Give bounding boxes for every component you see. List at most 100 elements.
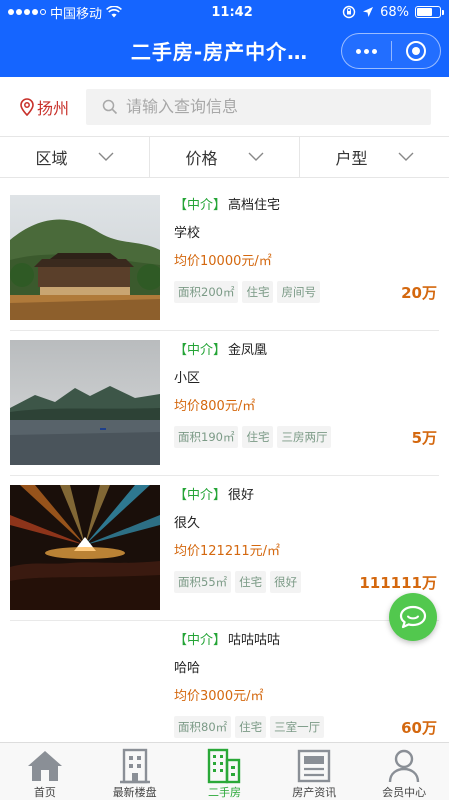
listing-title: 很好	[228, 488, 255, 503]
newspaper-icon	[298, 749, 331, 782]
tab-second-hand-label: 二手房	[207, 786, 241, 799]
type-chip: 住宅	[242, 281, 274, 303]
type-chip: 住宅	[235, 716, 267, 738]
listing-subtitle: 小区	[174, 371, 201, 386]
agent-tag: 【中介】	[174, 633, 227, 648]
average-price: 均价121211元/㎡	[174, 544, 281, 559]
tab-member-label: 会员中心	[382, 786, 427, 799]
more-button[interactable]	[342, 34, 391, 68]
type-chip: 住宅	[242, 426, 274, 448]
tab-new-buildings-label: 最新楼盘	[112, 786, 157, 799]
chevron-down-icon	[398, 152, 413, 161]
listing-info: 【中介】 金凤凰 小区 均价800元/㎡ 面积190㎡ 住宅 三房两厅 5万	[174, 331, 439, 476]
listing-photo-concert	[10, 485, 160, 610]
layout-chip: 很好	[270, 571, 302, 593]
agent-tag: 【中介】	[174, 198, 227, 213]
average-price: 均价800元/㎡	[174, 399, 256, 414]
filter-bar: 区域 价格 户型	[0, 137, 449, 178]
total-price: 60万	[401, 719, 437, 737]
agent-tag: 【中介】	[174, 488, 227, 503]
listing-subtitle: 哈哈	[174, 661, 201, 676]
layout-chip: 房间号	[277, 281, 320, 303]
listing-heading: 【中介】 高档住宅	[174, 194, 280, 213]
orientation-lock-icon	[342, 5, 356, 19]
tab-news-label: 房产资讯	[292, 786, 337, 799]
page-title: 二手房-房产中介…	[130, 40, 309, 64]
listing-photo-lake	[10, 340, 160, 465]
listing-chips: 面积190㎡ 住宅 三房两厅	[174, 426, 332, 448]
listing-list: 【中介】 高档住宅 学校 均价10000元/㎡ 面积200㎡ 住宅 房间号 20…	[0, 186, 449, 766]
tab-second-hand[interactable]: 二手房	[180, 743, 270, 800]
clock: 11:42	[211, 4, 253, 20]
more-icon	[355, 48, 377, 54]
battery-percent: 68%	[380, 4, 409, 20]
close-button[interactable]	[392, 34, 441, 68]
average-price: 均价10000元/㎡	[174, 254, 272, 269]
listing-title: 高档住宅	[228, 198, 281, 213]
home-icon	[27, 750, 62, 781]
filter-layout[interactable]: 户型	[300, 137, 449, 177]
listing-title: 咕咕咕咕	[228, 633, 281, 648]
listing-chips: 面积200㎡ 住宅 房间号	[174, 281, 320, 303]
tab-member[interactable]: 会员中心	[359, 743, 449, 800]
building-icon	[119, 748, 150, 783]
top-bar: 中国移动 11:42 68% 二手房-房产中介…	[0, 0, 449, 77]
area-chip: 面积190㎡	[174, 426, 239, 448]
listing-subtitle: 很久	[174, 516, 201, 531]
city-selector[interactable]: 扬州	[0, 95, 86, 119]
listing-heading: 【中介】 很好	[174, 484, 254, 503]
mini-program-capsule	[341, 33, 441, 69]
search-icon	[102, 99, 118, 114]
total-price: 111111万	[359, 574, 437, 592]
chevron-down-icon	[248, 152, 263, 161]
signal-icon	[8, 9, 46, 15]
listing-chips: 面积80㎡ 住宅 三室一厅	[174, 716, 325, 738]
chat-bubble-icon	[399, 605, 427, 629]
tab-new-buildings[interactable]: 最新楼盘	[90, 743, 180, 800]
tab-home[interactable]: 首页	[0, 743, 90, 800]
chat-button[interactable]	[389, 593, 437, 641]
total-price: 20万	[401, 284, 437, 302]
listing-heading: 【中介】 咕咕咕咕	[174, 629, 280, 648]
listing-chips: 面积55㎡ 住宅 很好	[174, 571, 302, 593]
total-price: 5万	[411, 429, 437, 447]
search-box[interactable]	[86, 88, 431, 125]
status-right: 68%	[342, 4, 444, 20]
average-price: 均价3000元/㎡	[174, 689, 264, 704]
filter-area[interactable]: 区域	[0, 137, 150, 177]
carrier-label: 中国移动	[50, 6, 103, 22]
listing-subtitle: 学校	[174, 226, 201, 241]
filter-area-label: 区域	[35, 149, 68, 168]
listing-item[interactable]: 【中介】 高档住宅 学校 均价10000元/㎡ 面积200㎡ 住宅 房间号 20…	[10, 186, 439, 331]
listing-title: 金凤凰	[228, 343, 268, 358]
close-target-icon	[405, 41, 426, 61]
tab-news[interactable]: 房产资讯	[269, 743, 359, 800]
nav-bar: 二手房-房产中介…	[0, 24, 449, 77]
user-icon	[388, 749, 420, 782]
status-bar: 中国移动 11:42 68%	[0, 0, 449, 24]
filter-price-label: 价格	[185, 149, 218, 168]
search-row: 扬州	[0, 77, 449, 137]
layout-chip: 三室一厅	[270, 716, 325, 738]
tab-bar: 首页 最新楼盘 二手房 房产资讯 会员中心	[0, 742, 449, 800]
listing-info: 【中介】 高档住宅 学校 均价10000元/㎡ 面积200㎡ 住宅 房间号 20…	[174, 186, 439, 331]
apartment-icon	[208, 748, 241, 783]
listing-item[interactable]: 【中介】 很好 很久 均价121211元/㎡ 面积55㎡ 住宅 很好 11111…	[10, 476, 439, 621]
location-arrow-icon	[363, 7, 374, 17]
location-pin-icon	[20, 97, 34, 116]
search-input[interactable]	[126, 97, 376, 116]
city-label: 扬州	[37, 98, 70, 118]
listing-item[interactable]: 【中介】 金凤凰 小区 均价800元/㎡ 面积190㎡ 住宅 三房两厅 5万	[10, 331, 439, 476]
listing-heading: 【中介】 金凤凰	[174, 339, 267, 358]
battery-icon	[415, 6, 444, 18]
tab-home-label: 首页	[33, 786, 56, 799]
battery-fill	[417, 8, 432, 16]
filter-price[interactable]: 价格	[150, 137, 300, 177]
chevron-down-icon	[98, 152, 113, 161]
area-chip: 面积200㎡	[174, 281, 239, 303]
listing-photo-mountain-pavilion	[10, 195, 160, 320]
status-left: 中国移动	[8, 3, 122, 22]
area-chip: 面积80㎡	[174, 716, 232, 738]
type-chip: 住宅	[235, 571, 267, 593]
filter-layout-label: 户型	[335, 149, 368, 168]
